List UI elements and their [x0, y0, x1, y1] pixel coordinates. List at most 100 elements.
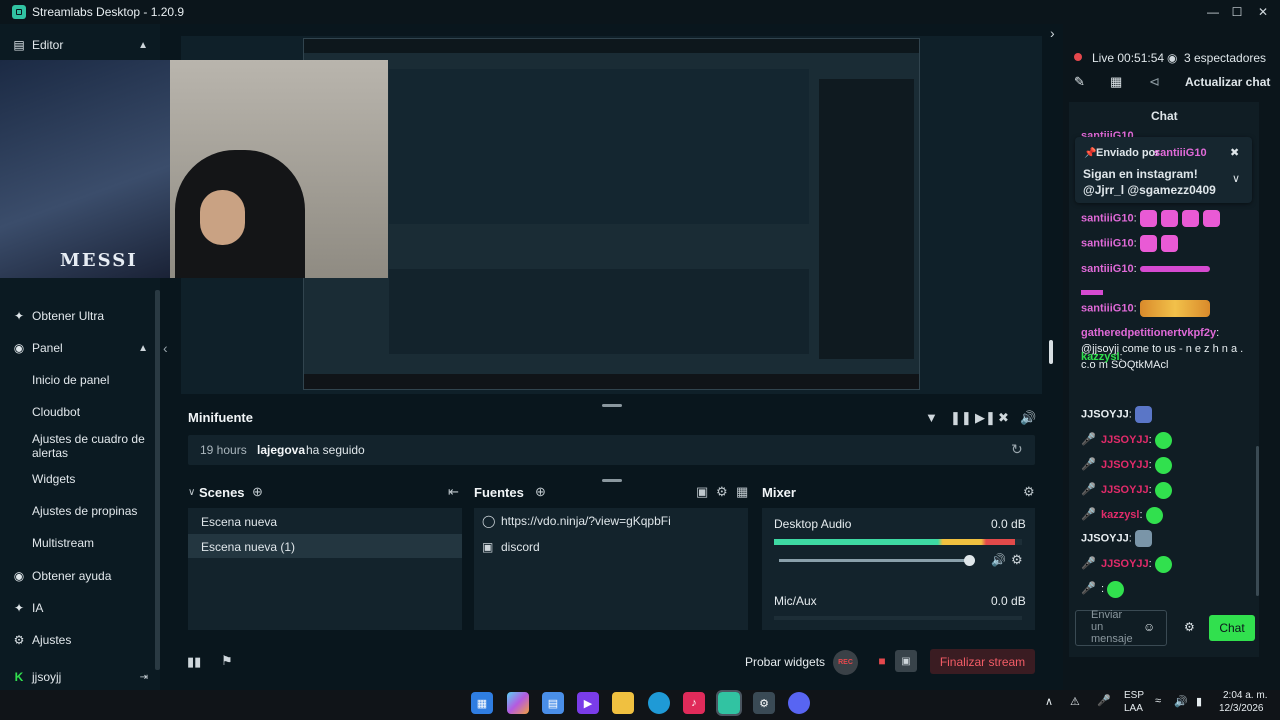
end-stream-button[interactable]: Finalizar stream — [930, 649, 1035, 674]
add-source-icon[interactable]: ⊕ — [535, 484, 546, 500]
save-replay-icon[interactable]: ▣ — [895, 650, 917, 672]
sidebar-subitem[interactable]: Widgets — [32, 472, 152, 486]
chevron-down-icon[interactable]: ∨ — [188, 487, 195, 498]
ultra-icon: ✦ — [13, 309, 25, 323]
poster-image — [0, 60, 170, 278]
refresh-chat-button[interactable]: Actualizar chat — [1185, 75, 1270, 89]
chat-scrollbar[interactable] — [1256, 446, 1259, 596]
pause-icon[interactable]: ❚❚ — [950, 410, 972, 426]
sidebar-subitem[interactable]: Ajustes de propinas — [32, 504, 152, 518]
discord-icon[interactable] — [788, 692, 810, 714]
resize-handle[interactable] — [602, 404, 622, 407]
test-widgets-button[interactable]: Probar widgets — [745, 655, 825, 669]
dashboard-icon[interactable]: ▦ — [1110, 74, 1122, 90]
share-icon[interactable]: ⊲ — [1149, 74, 1160, 90]
edit-icon[interactable]: ✎ — [1074, 74, 1085, 90]
wifi-icon[interactable]: ≈ — [1155, 695, 1161, 707]
chat-username: kazzysl — [1081, 351, 1120, 363]
source-item[interactable]: ◯ https://vdo.ninja/?view=gKqpbFi — [482, 514, 671, 528]
emoji-icon[interactable]: ☺ — [1143, 620, 1155, 634]
stats-icon[interactable]: ▮▮ — [187, 654, 201, 670]
volume-icon[interactable]: 🔊 — [1174, 695, 1188, 708]
stop-icon[interactable]: ■ — [872, 650, 892, 672]
chevron-left-icon[interactable]: ‹ — [163, 340, 168, 356]
streamlabs-icon[interactable] — [716, 690, 742, 716]
sidebar-scrollbar[interactable] — [155, 290, 160, 670]
record-button[interactable]: REC — [833, 650, 858, 675]
maximize-icon[interactable]: ☐ — [1224, 0, 1250, 24]
panel-resize-handle[interactable] — [1049, 340, 1053, 364]
media-icon[interactable]: ▶ — [577, 692, 599, 714]
filter-icon[interactable]: ▼ — [925, 410, 938, 425]
volume-slider-track[interactable] — [779, 559, 969, 562]
chevron-down-icon[interactable]: ∨ — [1232, 172, 1240, 185]
sidebar-item-panel[interactable]: ◉ Panel ▲ — [0, 340, 160, 356]
sidebar-subitem[interactable]: Ajustes de cuadro de alertas — [32, 432, 152, 460]
replay-icon[interactable]: ↻ — [1011, 441, 1023, 458]
source-tools-icon[interactable]: ▣ — [696, 484, 708, 500]
scene-item-selected[interactable]: Escena nueva (1) — [188, 534, 462, 558]
copilot-icon[interactable] — [507, 692, 529, 714]
chat-send-button[interactable]: Chat — [1209, 615, 1255, 641]
sidebar-item-user[interactable]: K jjsoyjj ⇥ — [0, 669, 160, 685]
start-icon[interactable]: ▦ — [471, 692, 493, 714]
sidebar-item-ai[interactable]: ✦ IA — [0, 600, 160, 616]
minimize-icon[interactable]: — — [1200, 0, 1226, 24]
emote-icon — [1139, 210, 1157, 227]
resize-handle[interactable] — [602, 479, 622, 482]
eye-icon: ◉ — [1167, 51, 1178, 65]
help-icon: ◉ — [13, 569, 25, 583]
emote-icon — [1154, 456, 1172, 474]
sidebar-item-editor[interactable]: ▤ Editor ▲ — [0, 37, 160, 53]
tiktok-icon[interactable]: ♪ — [683, 692, 705, 714]
folder-icon[interactable]: ▦ — [736, 484, 748, 500]
settings-icon[interactable]: ⚙ — [753, 692, 775, 714]
scene-item[interactable]: Escena nueva — [188, 509, 462, 533]
logout-icon[interactable]: ⇥ — [140, 672, 148, 683]
sidebar-subitem[interactable]: Cloudbot — [32, 405, 152, 419]
sidebar-item-help[interactable]: ◉ Obtener ayuda — [0, 568, 160, 584]
bell-icon[interactable]: ⚑ — [221, 653, 233, 669]
skip-icon[interactable]: ▶❚ — [975, 410, 996, 426]
gear-icon[interactable]: ⚙ — [1011, 552, 1023, 568]
add-scene-icon[interactable]: ⊕ — [252, 484, 263, 500]
transition-icon[interactable]: ⇤ — [448, 484, 459, 500]
mixer-title: Mixer — [762, 485, 796, 500]
network-off-icon[interactable]: ⚠ — [1070, 695, 1080, 708]
notepad-icon[interactable]: ▤ — [542, 692, 564, 714]
clock-time[interactable]: 2:04 a. m. — [1223, 690, 1267, 701]
volume-slider-handle[interactable] — [964, 555, 975, 566]
volume-icon[interactable]: 🔊 — [1020, 410, 1036, 426]
close-icon[interactable]: ✕ — [1250, 0, 1276, 24]
chat-username: JJSOYJJ — [1100, 558, 1149, 570]
clock-date[interactable]: 12/3/2026 — [1219, 703, 1264, 714]
chevron-up-icon[interactable]: ∧ — [1045, 695, 1053, 708]
gear-icon[interactable]: ⚙ — [1023, 484, 1035, 500]
mixer-channel-db: 0.0 dB — [991, 517, 1026, 531]
nested-title-bar — [304, 39, 919, 53]
chat-username: santiiiG10 — [1081, 302, 1134, 315]
folder-icon[interactable] — [612, 692, 634, 714]
mic-icon[interactable]: 🎤 — [1097, 694, 1111, 707]
chevron-right-icon[interactable]: › — [1050, 25, 1055, 41]
hide-source-icon[interactable]: ⚙ — [716, 484, 728, 500]
chevron-up-icon[interactable]: ▲ — [138, 343, 148, 354]
sidebar-item-ultra[interactable]: ✦ Obtener Ultra — [0, 308, 160, 324]
sidebar-subitem[interactable]: Inicio de panel — [32, 373, 152, 387]
sidebar-item-settings[interactable]: ⚙ Ajustes — [0, 632, 160, 648]
gear-icon[interactable]: ⚙ — [1184, 620, 1195, 634]
mute-notifications-icon[interactable]: ✖ — [998, 410, 1009, 426]
volume-icon[interactable]: 🔊 — [991, 553, 1006, 567]
poster-text: MESSI — [60, 250, 138, 271]
emote-icon — [1160, 235, 1178, 252]
edge-icon[interactable] — [648, 692, 670, 714]
unpin-icon[interactable]: ✖ — [1230, 146, 1239, 159]
source-item[interactable]: ▣ discord — [482, 540, 540, 554]
battery-icon[interactable]: ▮ — [1196, 695, 1202, 708]
sidebar-subitem[interactable]: Multistream — [32, 536, 152, 550]
input-language[interactable]: ESP — [1124, 690, 1144, 701]
pinned-prefix: Enviado por — [1096, 147, 1160, 159]
chevron-up-icon[interactable]: ▲ — [138, 40, 148, 51]
keyboard-layout[interactable]: LAA — [1124, 703, 1143, 714]
emote-icon — [1154, 431, 1172, 449]
